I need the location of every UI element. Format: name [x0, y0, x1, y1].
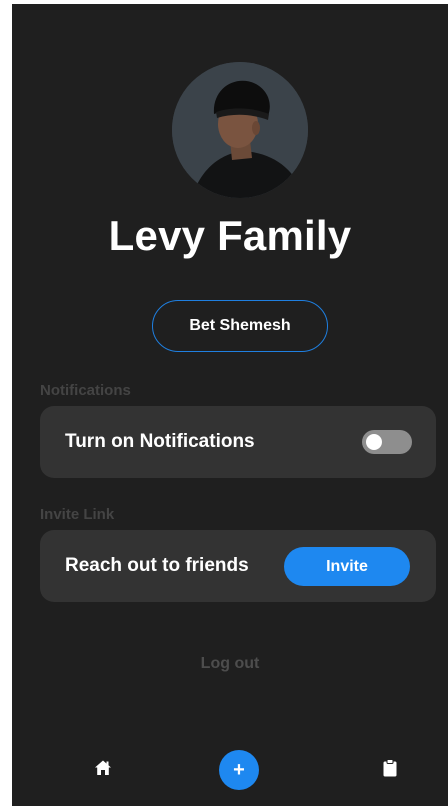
add-button[interactable]: +	[219, 750, 259, 790]
avatar-photo	[172, 62, 308, 198]
invite-section-label: Invite Link	[40, 506, 115, 523]
notifications-toggle-label: Turn on Notifications	[65, 431, 255, 452]
notifications-card: Turn on Notifications	[40, 406, 436, 478]
toggle-knob	[366, 434, 382, 450]
location-button[interactable]: Bet Shemesh	[152, 300, 328, 352]
notifications-toggle[interactable]	[362, 430, 412, 454]
family-name-title: Levy Family	[108, 212, 352, 259]
profile-screen: Levy Family Bet Shemesh Notifications Tu…	[12, 4, 448, 806]
logout-button[interactable]: Log out	[12, 655, 448, 673]
invite-button[interactable]: Invite	[284, 547, 410, 586]
invite-text: Reach out to friends	[65, 555, 249, 576]
notifications-section-label: Notifications	[40, 382, 131, 399]
avatar[interactable]	[172, 62, 308, 198]
invite-card: Reach out to friends Invite	[40, 530, 436, 602]
home-icon[interactable]	[94, 759, 112, 777]
clipboard-icon[interactable]	[383, 759, 397, 777]
